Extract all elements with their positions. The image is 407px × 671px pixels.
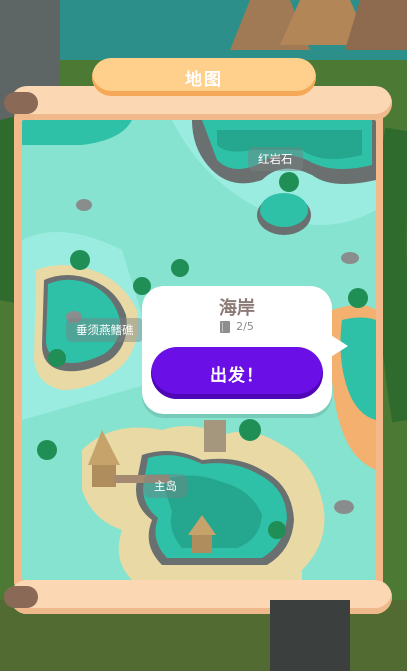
popup-progress-text: 2/5: [236, 320, 254, 333]
map-scroll: 地图 红岩石 垂须燕鳍礁 主岛 海岸 2/5 出发！: [0, 0, 407, 671]
go-button[interactable]: 出发！: [151, 347, 323, 399]
map-title-banner: 地图: [92, 58, 316, 96]
popup-progress: 2/5: [142, 320, 332, 333]
popup-location-title: 海岸: [219, 298, 255, 319]
location-label-reef[interactable]: 垂须燕鳍礁: [66, 318, 144, 342]
scroll-bottom-rod-end: [4, 586, 38, 608]
location-label-main-island[interactable]: 主岛: [144, 474, 187, 498]
book-icon: [220, 320, 231, 333]
location-label-red-rock[interactable]: 红岩石: [248, 147, 303, 171]
ground-shadow: [270, 600, 350, 671]
map-title: 地图: [185, 69, 223, 90]
location-popup: 海岸 2/5 出发！: [142, 286, 332, 414]
scroll-top-rod-end: [4, 92, 38, 114]
